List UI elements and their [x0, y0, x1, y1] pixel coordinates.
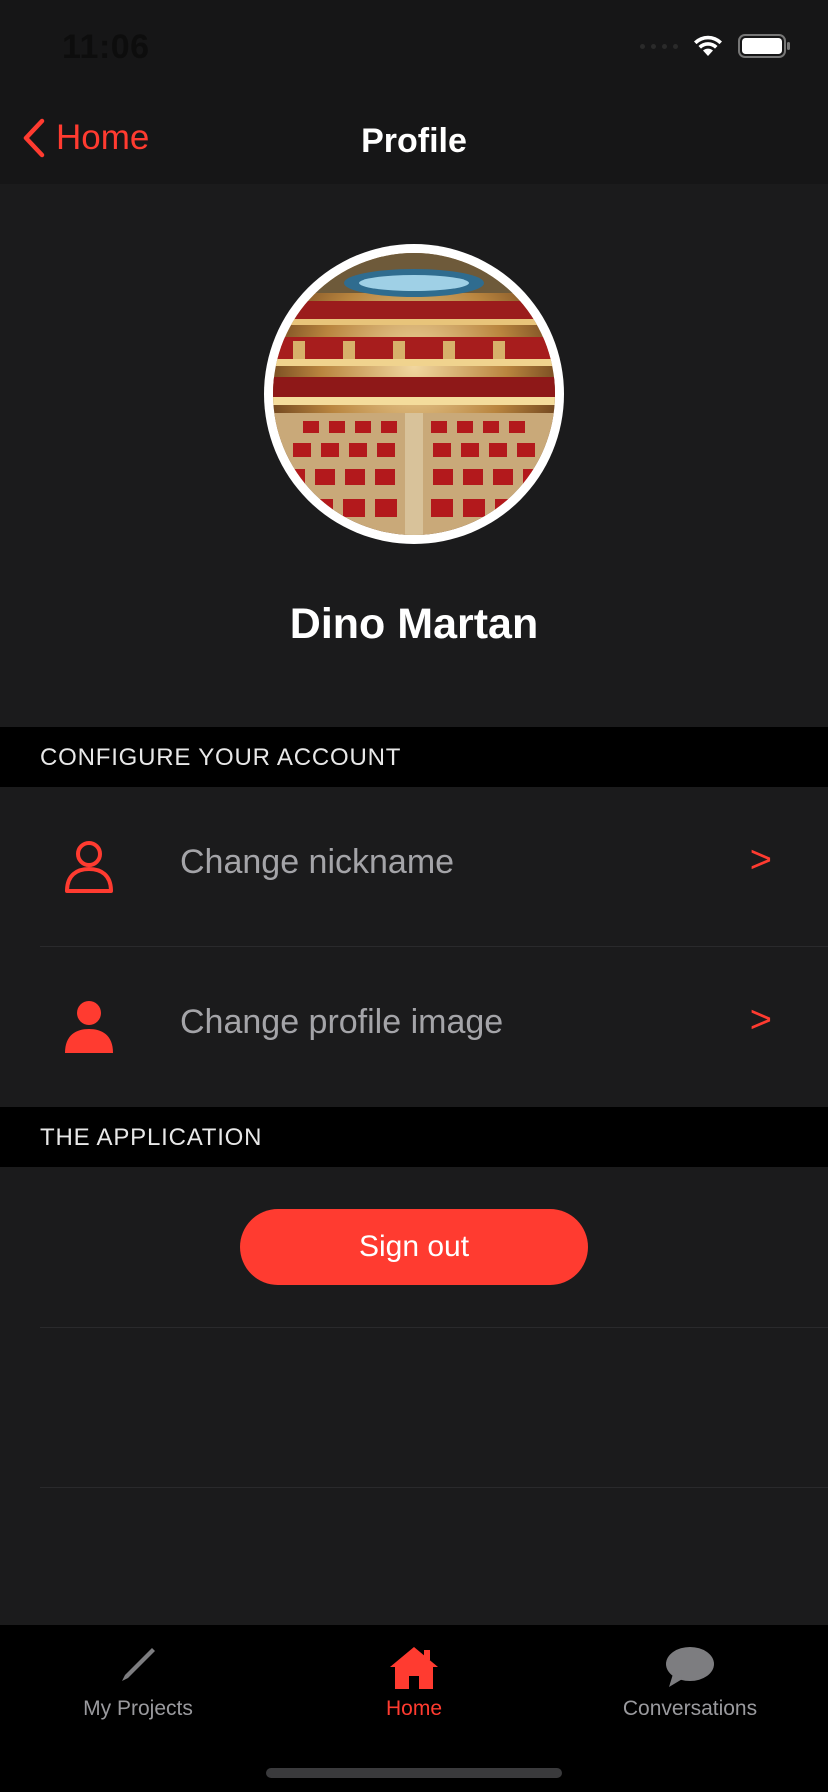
change-profile-image-row[interactable]: Change profile image > [0, 947, 828, 1107]
tab-label: My Projects [83, 1697, 193, 1720]
navigation-bar: Home Profile [0, 100, 828, 184]
home-indicator [266, 1768, 562, 1778]
change-nickname-label: Change nickname [180, 843, 455, 881]
section-header-configure: CONFIGURE YOUR ACCOUNT [0, 727, 828, 787]
tab-label: Conversations [622, 1697, 758, 1720]
chevron-right-icon: > [749, 999, 772, 1041]
tab-conversations[interactable]: Conversations [552, 1625, 828, 1735]
tab-home[interactable]: Home [276, 1625, 552, 1735]
section-header-label: THE APPLICATION [40, 1124, 263, 1151]
avatar [264, 244, 564, 544]
change-nickname-row[interactable]: Change nickname > [0, 787, 828, 947]
house-icon [390, 1647, 438, 1689]
change-profile-image-label: Change profile image [180, 1003, 504, 1041]
row-separator [40, 1487, 828, 1488]
speech-bubble-icon [666, 1647, 714, 1687]
cellular-signal-icon [640, 43, 678, 49]
status-bar: 11:06 [0, 0, 828, 100]
sign-out-button[interactable]: Sign out [240, 1209, 588, 1285]
person-filled-icon [65, 1001, 113, 1053]
person-outline-icon [65, 841, 113, 893]
row-separator [40, 1327, 828, 1328]
wifi-icon [694, 35, 722, 56]
section-header-label: CONFIGURE YOUR ACCOUNT [40, 744, 402, 771]
profile-screen: 11:06 Home Profile Dino Martan CONFIGURE… [0, 0, 828, 1792]
page-title: Profile [361, 122, 467, 160]
profile-name: Dino Martan [289, 600, 539, 648]
battery-icon [738, 34, 790, 58]
chevron-right-icon: > [749, 839, 772, 881]
tab-label: Home [385, 1697, 443, 1720]
section-header-application: THE APPLICATION [0, 1107, 828, 1167]
tab-my-projects[interactable]: My Projects [0, 1625, 276, 1735]
tab-bar: My Projects Home Conversations [0, 1625, 828, 1792]
pencil-icon [122, 1648, 155, 1681]
status-time: 11:06 [62, 28, 150, 66]
status-icons [640, 34, 792, 58]
avatar-image [273, 253, 555, 535]
